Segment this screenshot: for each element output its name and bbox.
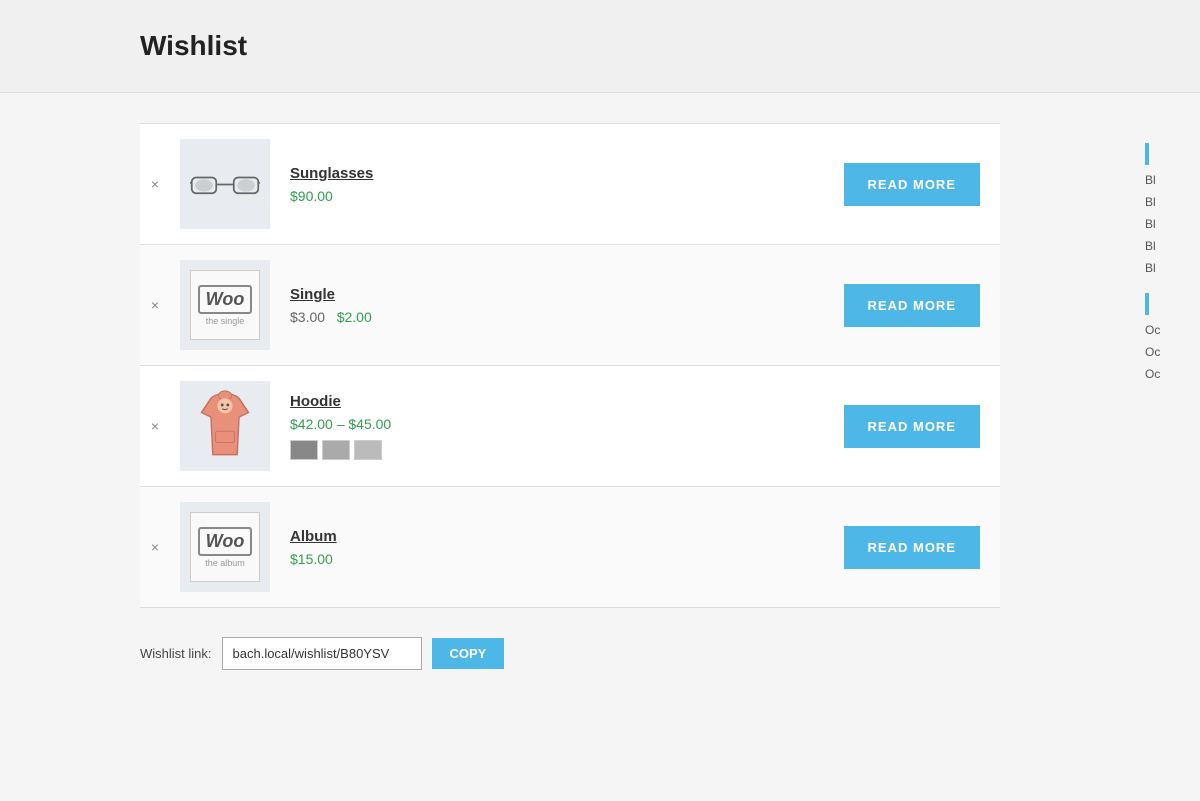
product-name[interactable]: Single	[290, 286, 844, 303]
wishlist-row: ×	[140, 365, 1000, 487]
product-info-hoodie: Hoodie $42.00 – $45.00	[290, 393, 844, 460]
product-info-album: Album $15.00	[290, 528, 844, 567]
remove-button[interactable]: ×	[140, 297, 170, 313]
product-name[interactable]: Album	[290, 528, 844, 545]
read-more-button-sunglasses[interactable]: READ MORE	[844, 163, 980, 206]
original-price: $3.00	[290, 309, 325, 325]
sidebar-item[interactable]: Oc	[1145, 345, 1195, 359]
sidebar: Bl Bl Bl Bl Bl Oc Oc Oc	[1140, 113, 1200, 680]
sidebar-item[interactable]: Bl	[1145, 239, 1195, 253]
product-info-single: Single $3.00 $2.00	[290, 286, 844, 325]
color-swatches	[290, 440, 844, 460]
copy-button[interactable]: COPY	[432, 638, 505, 669]
sidebar-item[interactable]: Bl	[1145, 261, 1195, 275]
read-more-button-single[interactable]: READ MORE	[844, 284, 980, 327]
sidebar-blue-bar-2	[1145, 293, 1149, 315]
remove-button[interactable]: ×	[140, 176, 170, 192]
product-price: $42.00 – $45.00	[290, 416, 391, 432]
sidebar-item[interactable]: Oc	[1145, 323, 1195, 337]
wishlist-link-input[interactable]	[222, 637, 422, 670]
sidebar-blue-bar	[1145, 143, 1149, 165]
sidebar-item[interactable]: Bl	[1145, 195, 1195, 209]
sidebar-item[interactable]: Oc	[1145, 367, 1195, 381]
product-image-album: Woo the album	[180, 502, 270, 592]
read-more-button-hoodie[interactable]: READ MORE	[844, 405, 980, 448]
product-name[interactable]: Sunglasses	[290, 165, 844, 182]
product-info-sunglasses: Sunglasses $90.00	[290, 165, 844, 204]
wishlist-row: × Sunglasses $90.00 READ MORE	[140, 123, 1000, 245]
product-price: $90.00	[290, 188, 333, 204]
read-more-button-album[interactable]: READ MORE	[844, 526, 980, 569]
wishlist-row: × Woo the album Album $15.00 READ MORE	[140, 486, 1000, 608]
swatch[interactable]	[322, 440, 350, 460]
product-image-hoodie	[180, 381, 270, 471]
swatch[interactable]	[354, 440, 382, 460]
product-price: $15.00	[290, 551, 333, 567]
sidebar-item[interactable]: Bl	[1145, 173, 1195, 187]
swatch[interactable]	[290, 440, 318, 460]
wishlist-row: × Woo the single Single $3.00 $2.00 READ…	[140, 244, 1000, 366]
sale-price: $2.00	[337, 309, 372, 325]
product-name[interactable]: Hoodie	[290, 393, 844, 410]
product-image-sunglasses	[180, 139, 270, 229]
remove-button[interactable]: ×	[140, 418, 170, 434]
wishlist-link-section: Wishlist link: COPY	[140, 637, 1000, 670]
wishlist-section: × Sunglasses $90.00 READ MORE ×	[0, 113, 1140, 680]
sidebar-item[interactable]: Bl	[1145, 217, 1195, 231]
product-image-single: Woo the single	[180, 260, 270, 350]
page-title: Wishlist	[140, 30, 1060, 62]
product-price: $3.00 $2.00	[290, 309, 372, 325]
remove-button[interactable]: ×	[140, 539, 170, 555]
wishlist-link-label: Wishlist link:	[140, 646, 212, 661]
